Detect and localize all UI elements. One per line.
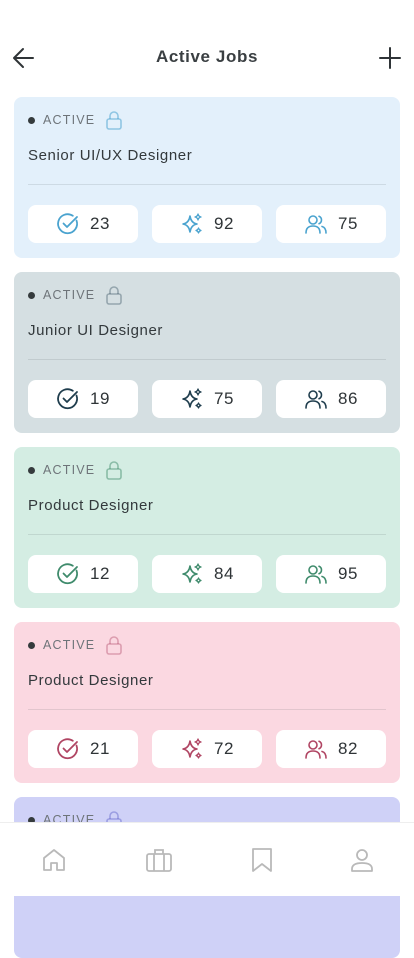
bottom-nav [0, 822, 414, 896]
lock-icon [104, 635, 124, 655]
nav-saved[interactable] [247, 845, 277, 875]
sparkles-icon [180, 212, 204, 236]
lock-icon [104, 460, 124, 480]
featured-count: 84 [214, 564, 234, 583]
check-circle-icon [56, 212, 80, 236]
sparkles-icon [180, 387, 204, 411]
job-card[interactable]: ACTIVE Product Designer 12 84 95 [14, 447, 400, 608]
applicants-count: 86 [338, 389, 358, 408]
nav-profile[interactable] [347, 845, 377, 875]
sparkles-icon [180, 737, 204, 761]
completed-count: 21 [90, 739, 110, 758]
sparkles-icon [180, 562, 204, 586]
job-card[interactable]: ACTIVE Junior UI Designer 19 75 86 [14, 272, 400, 433]
status-label: ACTIVE [43, 288, 96, 302]
featured-count: 72 [214, 739, 234, 758]
job-stats: 12 84 95 [28, 555, 386, 593]
divider [28, 184, 386, 185]
divider [28, 534, 386, 535]
job-card[interactable]: ACTIVE Product Designer 21 72 82 [14, 622, 400, 783]
job-title: Senior UI/UX Designer [28, 147, 193, 164]
bookmark-icon [252, 848, 272, 872]
applicants-stat[interactable]: 75 [276, 205, 386, 243]
job-title: Product Designer [28, 497, 154, 514]
featured-stat[interactable]: 72 [152, 730, 262, 768]
lock-icon [104, 110, 124, 130]
nav-home[interactable] [39, 845, 69, 875]
completed-stat[interactable]: 21 [28, 730, 138, 768]
job-stats: 19 75 86 [28, 380, 386, 418]
featured-count: 75 [214, 389, 234, 408]
applicants-count: 95 [338, 564, 358, 583]
plus-icon [379, 47, 401, 69]
check-circle-icon [56, 562, 80, 586]
users-icon [304, 737, 328, 761]
job-title: Junior UI Designer [28, 322, 164, 339]
applicants-count: 82 [338, 739, 358, 758]
status-label: ACTIVE [43, 638, 96, 652]
status-dot [28, 641, 35, 649]
featured-stat[interactable]: 92 [152, 205, 262, 243]
featured-stat[interactable]: 84 [152, 555, 262, 593]
completed-count: 12 [90, 564, 110, 583]
add-job-button[interactable] [376, 44, 404, 72]
status-label: ACTIVE [43, 463, 96, 477]
job-title: Product Designer [28, 672, 154, 689]
status-label: ACTIVE [43, 113, 96, 127]
page-title: Active Jobs [155, 47, 259, 66]
status-row: ACTIVE [28, 459, 124, 481]
users-icon [304, 387, 328, 411]
featured-count: 92 [214, 214, 234, 233]
check-circle-icon [56, 387, 80, 411]
users-icon [304, 212, 328, 236]
completed-count: 23 [90, 214, 110, 233]
status-row: ACTIVE [28, 284, 124, 306]
nav-jobs[interactable] [144, 845, 174, 875]
completed-stat[interactable]: 23 [28, 205, 138, 243]
profile-icon [351, 849, 373, 872]
job-stats: 21 72 82 [28, 730, 386, 768]
status-row: ACTIVE [28, 109, 124, 131]
completed-stat[interactable]: 19 [28, 380, 138, 418]
completed-count: 19 [90, 389, 110, 408]
applicants-stat[interactable]: 95 [276, 555, 386, 593]
status-dot [28, 291, 35, 299]
status-dot [28, 466, 35, 474]
check-circle-icon [56, 737, 80, 761]
users-icon [304, 562, 328, 586]
completed-stat[interactable]: 12 [28, 555, 138, 593]
briefcase-icon [146, 849, 172, 872]
applicants-count: 75 [338, 214, 358, 233]
job-card[interactable]: ACTIVE Senior UI/UX Designer 23 92 75 [14, 97, 400, 258]
applicants-stat[interactable]: 82 [276, 730, 386, 768]
applicants-stat[interactable]: 86 [276, 380, 386, 418]
featured-stat[interactable]: 75 [152, 380, 262, 418]
divider [28, 709, 386, 710]
status-row: ACTIVE [28, 634, 124, 656]
lock-icon [104, 285, 124, 305]
top-bar: Active Jobs [0, 0, 414, 96]
status-dot [28, 116, 35, 124]
job-stats: 23 92 75 [28, 205, 386, 243]
divider [28, 359, 386, 360]
home-icon [43, 849, 65, 871]
